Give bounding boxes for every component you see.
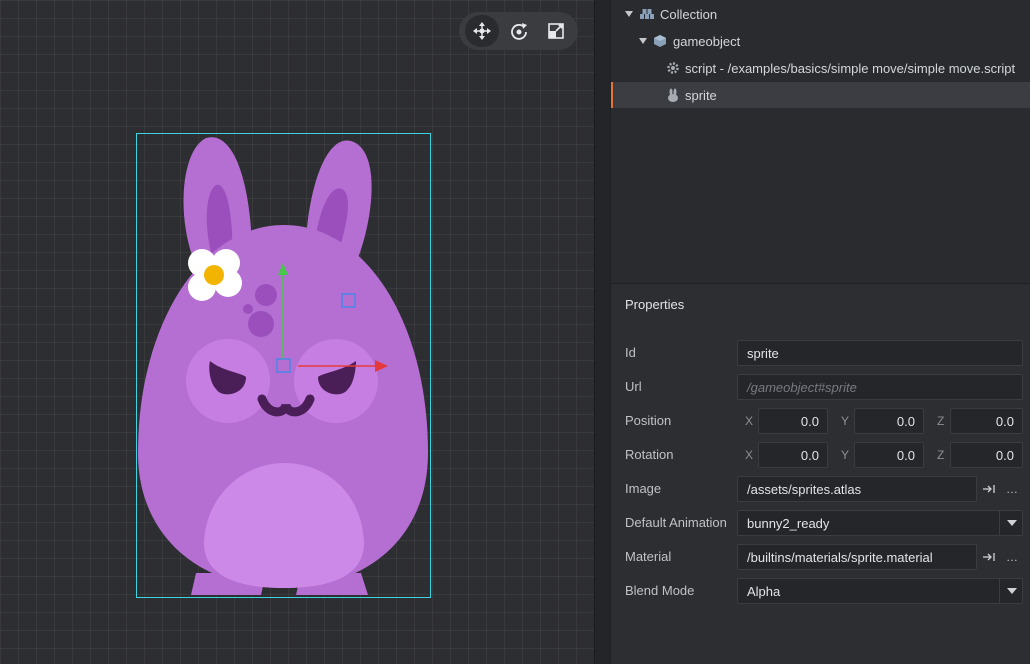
position-y-field[interactable]: 0.0 — [854, 408, 924, 434]
material-field[interactable]: /builtins/materials/sprite.material — [737, 544, 977, 570]
move-tool-button[interactable] — [464, 15, 499, 47]
image-field[interactable]: /assets/sprites.atlas — [737, 476, 977, 502]
goto-image-button[interactable] — [978, 476, 1000, 502]
position-z-field[interactable]: 0.0 — [950, 408, 1023, 434]
properties-panel: Properties Id sprite Url /gameobject#spr… — [611, 283, 1030, 664]
gameobject-icon — [654, 35, 666, 47]
tree-label: sprite — [685, 87, 717, 103]
id-label: Id — [625, 345, 636, 360]
rotation-x-field[interactable]: 0.0 — [758, 442, 828, 468]
image-label: Image — [625, 481, 662, 496]
transform-toolbar — [459, 12, 578, 50]
panel-title: Properties — [625, 297, 685, 312]
z-axis-label: Z — [937, 448, 945, 462]
blend-mode-select[interactable]: Alpha — [737, 578, 1023, 604]
chevron-down-icon — [1006, 520, 1017, 526]
tree-item-script[interactable]: script - /examples/basics/simple move/si… — [611, 55, 1030, 81]
expand-arrow-icon[interactable] — [625, 11, 633, 17]
tree-label: script - /examples/basics/simple move/si… — [685, 60, 1016, 76]
gear-icon — [667, 62, 679, 74]
move-gizmo[interactable] — [260, 255, 400, 385]
url-label: Url — [625, 379, 642, 394]
sprite-icon — [668, 88, 678, 102]
goto-resource-icon — [983, 485, 995, 493]
default-animation-dropdown[interactable] — [999, 510, 1023, 536]
browse-image-button[interactable]: … — [1001, 476, 1023, 502]
rotation-label: Rotation — [625, 447, 674, 462]
default-animation-select[interactable]: bunny2_ready — [737, 510, 1023, 536]
goto-resource-icon — [983, 553, 995, 561]
y-axis-label: Y — [841, 448, 850, 462]
move-arrows-icon — [472, 22, 491, 40]
outline-panel: Collection gameobject script - /examples… — [611, 0, 1030, 283]
tree-label: gameobject — [673, 33, 741, 49]
position-label: Position — [625, 413, 672, 428]
default-animation-value: bunny2_ready — [747, 515, 830, 531]
rotation-z-field[interactable]: 0.0 — [950, 442, 1023, 468]
goto-material-button[interactable] — [978, 544, 1000, 570]
tree-item-sprite[interactable]: sprite — [611, 82, 1030, 108]
y-axis-label: Y — [841, 414, 850, 428]
collection-icon — [640, 9, 654, 19]
panel-splitter[interactable] — [594, 0, 610, 664]
scene-viewport[interactable] — [0, 0, 594, 664]
blend-mode-value: Alpha — [747, 583, 781, 599]
rotation-y-field[interactable]: 0.0 — [854, 442, 924, 468]
tree-item-collection[interactable]: Collection — [611, 1, 1030, 27]
expand-arrow-icon[interactable] — [639, 38, 647, 44]
z-axis-label: Z — [937, 414, 945, 428]
chevron-down-icon — [1006, 588, 1017, 594]
rotate-tool-button[interactable] — [502, 15, 536, 47]
id-field[interactable]: sprite — [737, 340, 1023, 366]
scale-tool-button[interactable] — [539, 15, 573, 47]
x-axis-label: X — [745, 448, 754, 462]
blend-mode-dropdown[interactable] — [999, 578, 1023, 604]
default-animation-label: Default Animation — [625, 515, 727, 530]
material-label: Material — [625, 549, 672, 564]
rotate-icon — [510, 23, 527, 40]
blend-mode-label: Blend Mode — [625, 583, 695, 598]
browse-material-button[interactable]: … — [1001, 544, 1023, 570]
x-axis-label: X — [745, 414, 754, 428]
scale-icon — [547, 23, 564, 39]
tree-label: Collection — [660, 6, 718, 22]
url-field: /gameobject#sprite — [737, 374, 1023, 400]
tree-item-gameobject[interactable]: gameobject — [611, 28, 1030, 54]
position-x-field[interactable]: 0.0 — [758, 408, 828, 434]
